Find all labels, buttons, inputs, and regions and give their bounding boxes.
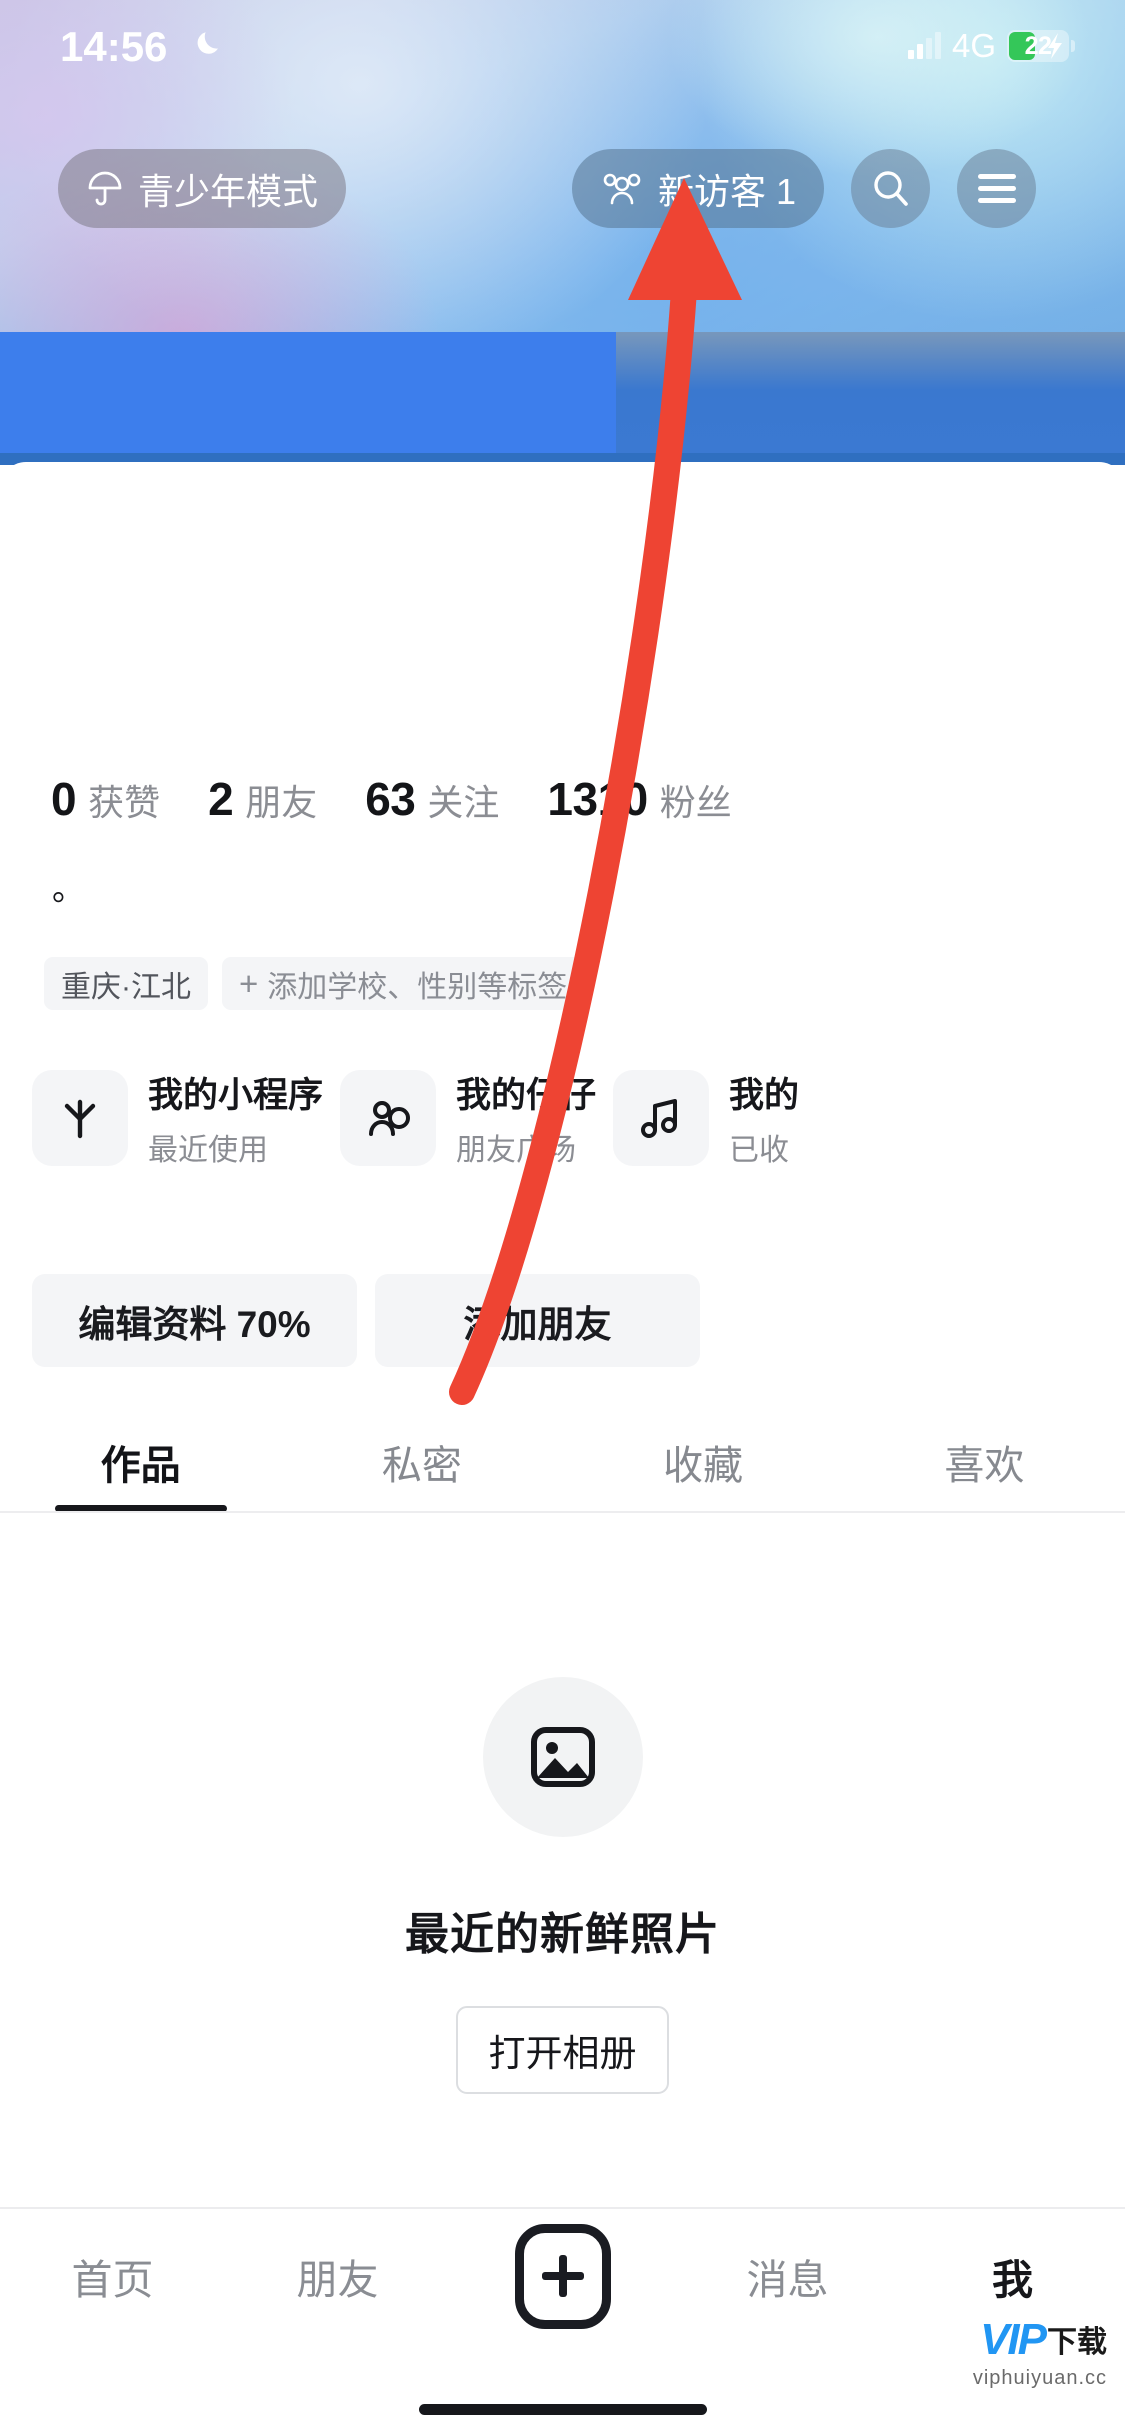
profile-tags-row: 重庆·江北 + 添加学校、性别等标签 — [44, 957, 585, 1010]
new-visitor-button[interactable]: 新访客 1 — [572, 149, 825, 228]
teen-mode-button[interactable]: 青少年模式 — [58, 149, 347, 228]
status-bar: 14:56 4G 22 — [0, 0, 1125, 100]
search-icon — [873, 170, 908, 206]
umbrella-icon — [88, 171, 122, 205]
card-subtitle: 已收 — [729, 1134, 790, 1167]
signal-bars-icon — [907, 32, 941, 59]
open-album-button[interactable]: 打开相册 — [456, 2006, 669, 2094]
plus-icon: + — [239, 964, 259, 1002]
card-my-music[interactable]: 我的 已收 — [613, 1067, 799, 1169]
stat-label: 关注 — [427, 782, 500, 823]
stat-likes[interactable]: 0 获赞 — [51, 772, 160, 826]
watermark-url: viphuiyuan.cc — [972, 2367, 1107, 2389]
people-group-icon — [603, 173, 641, 204]
tag-add-attributes[interactable]: + 添加学校、性别等标签 — [222, 957, 585, 1010]
network-type-label: 4G — [951, 27, 996, 64]
card-text: 我的 已收 — [729, 1067, 799, 1169]
nav-item-messages[interactable]: 消息 — [675, 2201, 900, 2351]
profile-sheet: 0 获赞 2 朋友 63 关注 1310 粉丝 。 重庆·江北 + 添加学校、性 — [0, 462, 1125, 2436]
stat-value: 63 — [365, 773, 416, 825]
banner-blue-block[interactable] — [0, 332, 616, 453]
search-button[interactable] — [851, 149, 930, 228]
stat-value: 0 — [51, 773, 77, 825]
watermark: VIP 下载 viphuiyuan.cc — [972, 2318, 1107, 2389]
card-title: 我的小程序 — [148, 1076, 324, 1115]
status-time: 14:56 — [60, 23, 168, 70]
card-title: 我的仔仔 — [456, 1076, 597, 1115]
phone-screen: 14:56 4G 22 青少年模式 新访客 1 0 获赞 2 朋友 63 关注 … — [0, 0, 1125, 2436]
empty-state-title: 最近的新鲜照片 — [405, 1910, 720, 1959]
tab-favorites[interactable]: 收藏 — [563, 1412, 844, 1512]
profile-action-buttons: 编辑资料 70% 添加朋友 — [32, 1274, 700, 1367]
profile-entry-cards: 我的小程序 最近使用 我的仔仔 朋友广场 我的 已收 — [32, 1067, 799, 1169]
edit-profile-button[interactable]: 编辑资料 70% — [32, 1274, 357, 1367]
profile-stats-row: 0 获赞 2 朋友 63 关注 1310 粉丝 — [51, 772, 780, 826]
music-note-icon — [613, 1070, 710, 1166]
card-mini-programs[interactable]: 我的小程序 最近使用 — [32, 1067, 323, 1169]
stat-following[interactable]: 63 关注 — [365, 772, 499, 826]
nav-item-create[interactable] — [450, 2223, 675, 2329]
stat-friends[interactable]: 2 朋友 — [208, 772, 317, 826]
cover-action-row: 青少年模式 新访客 1 — [0, 149, 1125, 239]
tag-location[interactable]: 重庆·江北 — [44, 957, 208, 1010]
stat-value: 2 — [208, 773, 234, 825]
watermark-brand: VIP 下载 — [980, 2318, 1107, 2362]
stat-label: 获赞 — [88, 782, 161, 823]
plus-create-icon — [514, 2223, 611, 2329]
bottom-navigation: 首页 朋友 消息 我 — [0, 2207, 1125, 2359]
content-tabs: 作品 私密 收藏 喜欢 — [0, 1412, 1125, 1512]
crescent-moon-icon — [197, 32, 218, 54]
card-my-pet[interactable]: 我的仔仔 朋友广场 — [340, 1067, 596, 1169]
tag-add-label: 添加学校、性别等标签 — [267, 970, 568, 1004]
new-visitor-label: 新访客 1 — [658, 170, 797, 212]
status-right-cluster: 4G 22 — [907, 22, 1075, 70]
nav-item-friends[interactable]: 朋友 — [225, 2201, 450, 2351]
watermark-vip-text: VIP — [980, 2315, 1047, 2364]
tab-private[interactable]: 私密 — [281, 1412, 562, 1512]
photo-image-icon — [482, 1677, 643, 1837]
card-text: 我的小程序 最近使用 — [148, 1067, 323, 1169]
card-title: 我的 — [729, 1076, 800, 1115]
charging-bolt-icon — [1048, 33, 1062, 59]
hamburger-menu-icon — [977, 167, 1016, 210]
empty-state: 最近的新鲜照片 打开相册 — [0, 1677, 1125, 2094]
card-subtitle: 朋友广场 — [456, 1134, 577, 1167]
tab-liked[interactable]: 喜欢 — [844, 1412, 1125, 1512]
avatar-pet-icon — [340, 1070, 437, 1166]
menu-button[interactable] — [957, 149, 1036, 228]
tab-works[interactable]: 作品 — [0, 1412, 281, 1512]
asterisk-miniprogram-icon — [32, 1070, 128, 1166]
teen-mode-label: 青少年模式 — [138, 170, 319, 212]
add-friend-button[interactable]: 添加朋友 — [375, 1274, 700, 1367]
watermark-cn-text: 下载 — [1047, 2326, 1107, 2359]
stat-value: 1310 — [547, 773, 648, 825]
card-subtitle: 最近使用 — [148, 1134, 268, 1167]
profile-bio[interactable]: 。 — [52, 869, 85, 909]
card-text: 我的仔仔 朋友广场 — [456, 1067, 596, 1169]
stat-label: 粉丝 — [659, 782, 732, 823]
banner-background-right — [616, 332, 1125, 453]
stat-fans[interactable]: 1310 粉丝 — [547, 772, 731, 826]
nav-item-home[interactable]: 首页 — [0, 2201, 225, 2351]
tabs-divider — [0, 1511, 1125, 1513]
stat-label: 朋友 — [245, 782, 318, 823]
home-indicator — [418, 2404, 707, 2415]
battery-indicator: 22 — [1007, 30, 1075, 62]
